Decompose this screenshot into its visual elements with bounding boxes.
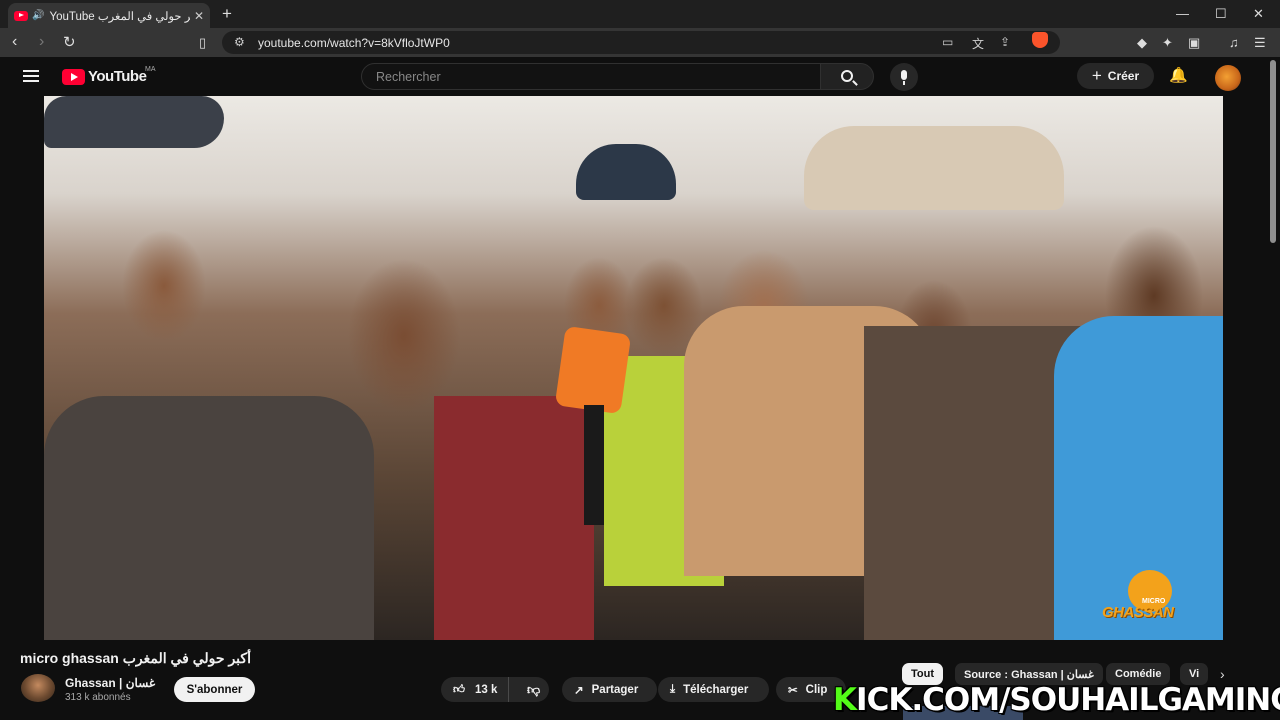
bookmark-icon[interactable]: ▯ [199,35,206,51]
speaker-icon[interactable]: 🔊 [32,10,44,21]
clip-label: Clip [805,683,828,696]
video-title: micro ghassan أكبر حولي في المغرب [20,650,251,666]
chevron-right-icon[interactable]: › [1220,666,1225,682]
youtube-wordmark[interactable]: YouTube [88,68,147,85]
create-button[interactable]: + Créer [1077,63,1154,89]
tune-icon[interactable]: ⚙ [234,35,245,49]
video-hat [804,126,1064,210]
share-label: Partager [591,683,639,696]
scissors-icon: ✂ [788,684,798,697]
video-cap [576,144,676,200]
subscriber-count: 313 k abonnés [65,692,131,703]
browser-tab[interactable]: 🔊 YouTube أكبر حولي في المغرب ✕ [8,3,210,28]
share-button[interactable]: ↗ Partager [562,677,657,702]
media-icon[interactable]: ♫ [1229,35,1239,50]
microphone-flag [554,325,632,415]
sidebar-icon[interactable]: ▣ [1188,35,1200,51]
create-label: Créer [1107,69,1140,83]
minimize-button[interactable]: — [1176,6,1189,21]
bell-icon[interactable]: 🔔 [1169,66,1188,84]
like-count: 13 k [475,683,498,696]
video-figure-left [44,396,374,640]
channel-avatar[interactable] [21,674,55,702]
share-icon: ↗ [574,684,584,697]
stream-overlay-text: KICK.COM/SOUHAILGAMING [833,682,1280,718]
search-placeholder: Rechercher [376,70,441,84]
page-scrollbar[interactable] [1270,60,1276,243]
microphone-icon[interactable] [890,63,918,91]
arrow-left-icon[interactable]: ‹ [12,33,17,51]
channel-name[interactable]: Ghassan | غسان [65,676,155,690]
thumbs-up-icon: 👍︎ [453,683,466,696]
browser-titlebar: 🔊 YouTube أكبر حولي في المغرب ✕ + — ☐ ✕ [0,0,1280,28]
download-button[interactable]: ⤓ Télécharger [658,677,769,702]
browser-menu-icon[interactable]: ☰ [1254,35,1266,51]
youtube-header: YouTube MA Rechercher + Créer 🔔 [0,57,1280,96]
extensions-icon[interactable]: ✦ [1162,35,1173,51]
maximize-button[interactable]: ☐ [1215,6,1227,22]
youtube-logo-icon[interactable] [62,69,85,85]
video-figure-red-shirt [434,396,594,640]
microphone-handle [584,405,604,525]
arrow-right-icon[interactable]: › [39,33,44,51]
url-text: youtube.com/watch?v=8kVfloJtWP0 [258,36,450,50]
hamburger-icon[interactable] [23,70,39,82]
brave-shields-icon[interactable] [1032,32,1048,48]
watermark-brand-text: GHASSAN [1102,604,1174,621]
share-page-icon[interactable]: ⇪ [1000,35,1010,49]
download-icon: ⤓ [670,683,676,695]
search-input[interactable]: Rechercher [361,63,821,90]
video-player[interactable] [44,96,1223,640]
search-button[interactable] [820,63,874,90]
plus-icon: + [1091,66,1102,85]
cast-icon[interactable]: ▭ [942,35,953,49]
account-avatar[interactable] [1215,65,1241,91]
subscribe-button[interactable]: S'abonner [174,677,255,702]
dislike-button[interactable]: 👎︎ [517,682,540,698]
close-window-button[interactable]: ✕ [1253,6,1264,22]
like-dislike-group: 👍︎ 13 k 👎︎ [441,677,549,702]
translate-icon[interactable]: 文 [972,35,984,52]
download-label: Télécharger [683,683,749,696]
search-icon [841,70,853,82]
reload-icon[interactable]: ↻ [63,33,76,51]
wallet-icon[interactable]: ◆ [1137,35,1147,51]
new-tab-button[interactable]: + [222,4,232,24]
like-button[interactable]: 👍︎ 13 k [441,677,509,702]
youtube-favicon-icon [14,10,28,21]
tab-title: YouTube أكبر حولي في المغرب [49,10,190,23]
thumbs-down-icon: 👎︎ [527,681,541,697]
video-cap [44,96,224,148]
country-code: MA [145,66,156,73]
browser-toolbar: ‹ › ↻ ▯ ⚙ youtube.com/watch?v=8kVfloJtWP… [0,28,1280,57]
address-bar[interactable]: ⚙ youtube.com/watch?v=8kVfloJtWP0 ▭ 文 ⇪ [222,31,1060,54]
close-tab-icon[interactable]: ✕ [194,9,204,23]
